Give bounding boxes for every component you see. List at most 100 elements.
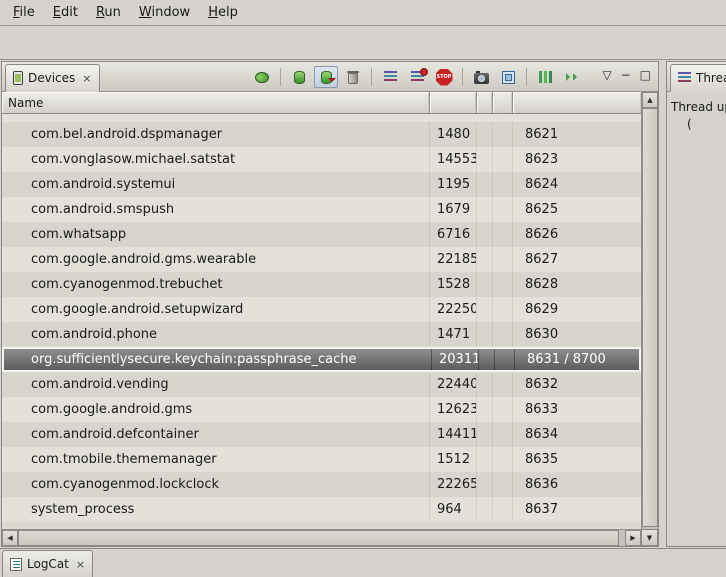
process-row[interactable]: com.tmobile.thememanager 1512 8635	[2, 447, 641, 472]
process-row[interactable]: com.cyanogenmod.trebuchet 1528 8628	[2, 272, 641, 297]
toolbar-separator	[280, 68, 281, 86]
cell-empty-1	[477, 497, 493, 522]
process-port: 8625	[513, 197, 641, 222]
threads-tab-bar: Threads ×	[667, 62, 726, 92]
threads-view-panel: Threads × Thread up (	[666, 61, 726, 547]
cell-empty-1	[477, 272, 493, 297]
process-row[interactable]: system_process 964 8637	[2, 497, 641, 522]
threads-message-line1: Thread up	[671, 100, 726, 114]
start-opengl-trace-button[interactable]	[560, 66, 584, 88]
process-row[interactable]: org.sufficientlysecure.keychain:passphra…	[2, 347, 641, 372]
scroll-down-button[interactable]: ▼	[641, 529, 658, 546]
update-heap-button[interactable]	[287, 66, 311, 88]
devices-tab-bar: Devices × STOP ▽ − □	[2, 62, 658, 92]
debug-process-button[interactable]	[250, 66, 274, 88]
process-pid: 1528	[430, 272, 477, 297]
process-port: 8636	[513, 472, 641, 497]
menu-file[interactable]: File	[4, 2, 44, 24]
minimize-icon[interactable]: −	[621, 68, 631, 82]
process-row[interactable]: com.cyanogenmod.lockclock 22265 8636	[2, 472, 641, 497]
cell-empty-2	[493, 472, 513, 497]
cell-empty-2	[493, 147, 513, 172]
cause-gc-button[interactable]	[341, 66, 365, 88]
process-row[interactable]: com.android.smspush 1679 8625	[2, 197, 641, 222]
scroll-right-icon: ▶	[630, 534, 635, 542]
process-name: com.tmobile.thememanager	[2, 447, 430, 472]
tab-logcat-label: LogCat	[27, 557, 69, 571]
menu-help[interactable]: Help	[199, 2, 247, 24]
screen-capture-icon	[474, 73, 489, 84]
process-port: 8629	[513, 297, 641, 322]
process-port: 8621	[513, 122, 641, 147]
process-row[interactable]: com.android.systemui 1195 8624	[2, 172, 641, 197]
cell-empty-1	[477, 422, 493, 447]
tab-threads-label: Threads	[696, 71, 726, 85]
process-name: system_process	[2, 497, 430, 522]
cell-empty-1	[477, 197, 493, 222]
cell-empty-2	[493, 497, 513, 522]
cell-empty-1	[477, 397, 493, 422]
toolbar-separator	[462, 68, 463, 86]
scroll-right-button[interactable]: ▶	[625, 530, 641, 546]
process-row[interactable]: com.bel.android.dspmanager 1480 8621	[2, 122, 641, 147]
process-row[interactable]: com.android.phone 1471 8630	[2, 322, 641, 347]
column-header-pid[interactable]	[430, 92, 477, 113]
menu-run[interactable]: Run	[87, 2, 130, 24]
capture-systrace-button[interactable]	[533, 66, 557, 88]
process-row[interactable]: com.google.android.gms.wearable 22185 86…	[2, 247, 641, 272]
process-row[interactable]: com.whatsapp 6716 8626	[2, 222, 641, 247]
column-header-port[interactable]	[513, 92, 641, 113]
process-pid: 6716	[430, 222, 477, 247]
vertical-scrollbar[interactable]: ▲	[641, 92, 658, 529]
device-icon	[13, 71, 23, 85]
process-pid: 12623	[430, 397, 477, 422]
stop-process-button[interactable]: STOP	[432, 66, 456, 88]
process-row[interactable]: com.google.android.gms 12623 8633	[2, 397, 641, 422]
process-name: com.android.defcontainer	[2, 422, 430, 447]
update-threads-button[interactable]	[378, 66, 402, 88]
close-icon[interactable]: ×	[82, 72, 91, 85]
screen-capture-button[interactable]	[469, 66, 493, 88]
process-name: com.google.android.setupwizard	[2, 297, 430, 322]
column-header-2[interactable]	[493, 92, 513, 113]
cell-empty-2	[493, 222, 513, 247]
process-row[interactable]: com.android.defcontainer 14411 8634	[2, 422, 641, 447]
cell-empty-1	[477, 147, 493, 172]
process-row[interactable]: com.google.android.setupwizard 22250 862…	[2, 297, 641, 322]
process-port: 8637	[513, 497, 641, 522]
menu-edit[interactable]: Edit	[44, 2, 87, 24]
cell-empty-1	[477, 297, 493, 322]
cause-gc-icon	[348, 73, 358, 84]
scroll-down-icon: ▼	[647, 534, 652, 542]
process-row[interactable]: com.vonglasow.michael.satstat 14553 8623	[2, 147, 641, 172]
cell-empty-1	[477, 372, 493, 397]
cell-empty-2	[493, 447, 513, 472]
tab-logcat[interactable]: LogCat ×	[2, 550, 93, 577]
view-menu-icon[interactable]: ▽	[602, 68, 611, 82]
tab-devices[interactable]: Devices ×	[5, 64, 100, 92]
horizontal-scrollbar[interactable]: ◀ ▶	[2, 529, 641, 546]
column-header-1[interactable]	[477, 92, 493, 113]
cell-empty-1	[479, 349, 495, 370]
process-row[interactable]: com.android.vending 22440 8632	[2, 372, 641, 397]
tab-threads[interactable]: Threads ×	[670, 64, 726, 92]
cell-empty-1	[477, 122, 493, 147]
start-method-profiling-button[interactable]	[405, 66, 429, 88]
process-pid: 22250	[430, 297, 477, 322]
horizontal-scrollbar-thumb[interactable]	[18, 530, 619, 546]
process-name: com.vonglasow.michael.satstat	[2, 147, 430, 172]
close-icon[interactable]: ×	[76, 558, 85, 571]
vertical-scrollbar-thumb[interactable]	[642, 108, 658, 527]
start-method-profiling-icon	[411, 71, 424, 83]
process-name: com.cyanogenmod.lockclock	[2, 472, 430, 497]
process-name: com.android.systemui	[2, 172, 430, 197]
scroll-left-button[interactable]: ◀	[2, 530, 18, 546]
update-heap-icon	[294, 71, 305, 84]
scroll-up-button[interactable]: ▲	[642, 92, 658, 108]
dump-view-hierarchy-button[interactable]	[496, 66, 520, 88]
dump-hprof-button[interactable]	[314, 66, 338, 88]
process-pid: 1471	[430, 322, 477, 347]
menu-window[interactable]: Window	[130, 2, 199, 24]
column-header-name[interactable]: Name	[2, 92, 430, 113]
maximize-icon[interactable]: □	[640, 68, 651, 82]
